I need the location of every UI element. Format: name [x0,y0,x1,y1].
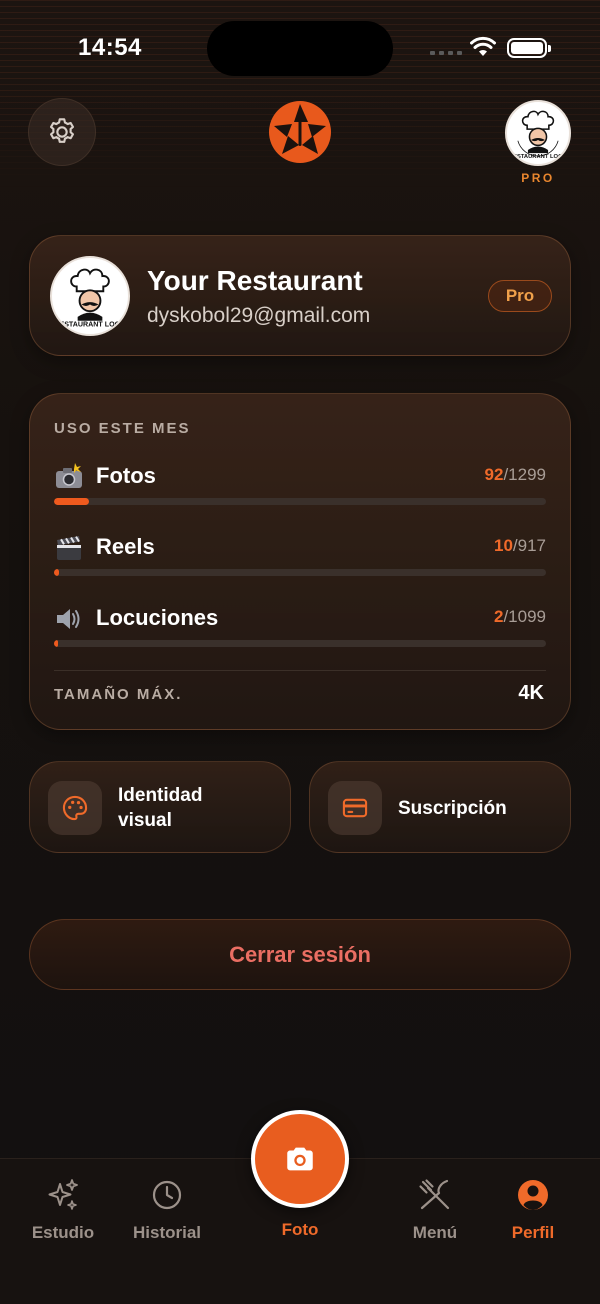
restaurant-avatar: RESTAURANT LOGO [50,256,130,336]
usage-label: Locuciones [96,605,219,630]
tab-menu[interactable]: Menú [380,1177,490,1243]
tab-label: Historial [132,1223,202,1242]
usage-row-locuciones: Locuciones 2/1099 [54,603,546,663]
wifi-icon [470,36,496,56]
visual-identity-button[interactable]: Identidad visual [29,761,291,853]
usage-row-fotos: Fotos 92/1299 [54,461,546,521]
palette-icon [48,781,102,835]
avatar-caption: RESTAURANT LOGO [509,154,568,160]
usage-card: USO ESTE MES Fotos 92/1299 Reels 10/917 … [29,393,571,730]
logout-button[interactable]: Cerrar sesión [29,919,571,990]
tab-perfil[interactable]: Perfil [478,1177,588,1243]
clock-icon [152,1180,182,1210]
settings-button[interactable] [28,98,96,166]
usage-progress-track [54,498,546,505]
usage-progress-track [54,640,546,647]
divider [54,670,546,671]
avatar-caption: RESTAURANT LOGO [54,320,126,328]
subscription-label: Suscripción [398,798,507,819]
tab-label: Estudio [31,1223,95,1242]
usage-count: 2/1099 [493,607,546,626]
battery-icon [507,38,551,58]
chef-logo-image: RESTAURANT LOGO [52,258,128,334]
tab-label: Perfil [511,1223,555,1242]
usage-title: USO ESTE MES [54,420,191,437]
usage-count: 92/1299 [484,465,546,484]
visual-identity-label: Identidad visual [118,785,203,831]
usage-progress-bar [54,640,58,647]
max-size-label: TAMAÑO MÁX. [54,686,183,703]
fork-knife-icon [419,1179,450,1210]
user-circle-icon [518,1180,548,1210]
tab-estudio[interactable]: Estudio [8,1177,118,1243]
capture-photo-button[interactable] [251,1110,349,1208]
app-logo [269,101,331,163]
profile-avatar-button[interactable]: RESTAURANT LOGO [505,100,571,166]
speaker-icon [57,609,80,629]
plan-label: PRO [521,171,555,185]
usage-count: 10/917 [493,536,546,555]
credit-card-icon [328,781,382,835]
camera-flash-icon [56,463,82,488]
clapper-board-icon [57,536,81,560]
tab-foto-label: Foto [281,1220,319,1239]
tab-historial[interactable]: Historial [112,1177,222,1243]
max-size-value: 4K [518,682,544,704]
usage-label: Fotos [96,463,156,488]
camera-icon [287,1147,313,1171]
gear-icon [49,118,74,143]
tab-label: Menú [412,1223,458,1242]
usage-progress-bar [54,498,89,505]
dynamic-island [207,21,393,76]
usage-progress-track [54,569,546,576]
usage-progress-bar [54,569,60,576]
profile-card: RESTAURANT LOGO Your Restaurant dyskobol… [29,235,571,356]
status-time: 14:54 [78,34,142,61]
sparkles-icon [48,1179,78,1210]
account-email: dyskobol29@gmail.com [147,304,371,327]
usage-label: Reels [96,534,155,559]
cellular-signal-icon [430,51,462,55]
usage-row-reels: Reels 10/917 [54,532,546,592]
restaurant-name: Your Restaurant [147,265,363,296]
subscription-button[interactable]: Suscripción [309,761,571,853]
chef-logo-image: RESTAURANT LOGO [507,102,569,164]
plan-badge: Pro [488,280,552,312]
